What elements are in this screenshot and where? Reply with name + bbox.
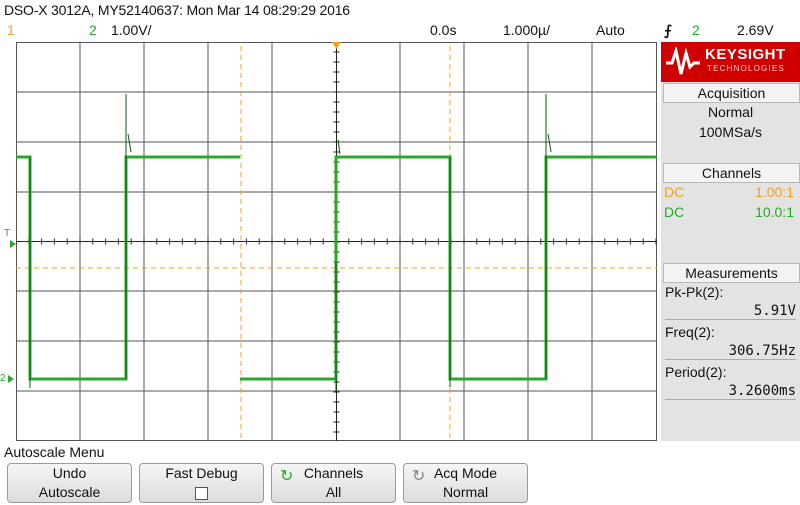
acquisition-mode: Normal — [707, 104, 754, 120]
channels-button[interactable]: ↻ Channels All — [271, 463, 396, 503]
fast-debug-checkbox[interactable] — [195, 487, 208, 500]
rotate-knob-icon: ↻ — [280, 468, 294, 485]
trigger-level-marker[interactable]: T — [4, 228, 10, 239]
measurement-label-period: Period(2): — [665, 364, 727, 380]
info-panel: KEYSIGHT TECHNOLOGIES Acquisition Normal… — [661, 42, 800, 441]
ch2-ground-marker[interactable]: 2 — [0, 373, 6, 384]
ch2-ground-arrow-icon[interactable] — [8, 375, 14, 383]
measurement-value-freq: 306.75Hz — [665, 343, 796, 360]
brand-sub: TECHNOLOGIES — [707, 64, 785, 73]
ch2-scale[interactable]: 1.00V/ — [111, 22, 151, 38]
acquisition-rate: 100MSa/s — [698, 124, 763, 140]
trigger-level[interactable]: 2.69V — [737, 22, 774, 38]
time-scale[interactable]: 1.000µ/ — [503, 22, 550, 38]
ch1-coupling: DC — [664, 184, 685, 200]
softkey-sublabel: Autoscale — [38, 484, 101, 500]
ch2-coupling: DC — [664, 204, 685, 220]
trigger-mode[interactable]: Auto — [596, 22, 625, 38]
measurements-header[interactable]: Measurements — [663, 263, 800, 283]
softkey-label: Undo — [52, 465, 87, 481]
measurement-value-period: 3.2600ms — [665, 383, 796, 400]
brand-name: KEYSIGHT — [705, 46, 786, 63]
rotate-knob-icon: ↻ — [412, 468, 426, 485]
time-offset[interactable]: 0.0s — [430, 22, 456, 38]
waveform-svg — [15, 41, 657, 441]
measurement-label-pkpk: Pk-Pk(2): — [665, 284, 724, 300]
keysight-wave-icon — [666, 47, 700, 75]
fast-debug-button[interactable]: Fast Debug — [139, 463, 264, 503]
undo-autoscale-button[interactable]: Undo Autoscale — [7, 463, 132, 503]
menu-title: Autoscale Menu — [4, 444, 105, 460]
ch2-waveform-edges — [29, 94, 552, 392]
trigger-slope-icon: ⨍ — [664, 22, 672, 38]
channels-header[interactable]: Channels — [663, 163, 800, 183]
window-title: DSO-X 3012A, MY52140637: Mon Mar 14 08:2… — [4, 2, 350, 18]
softkey-label: Fast Debug — [165, 465, 238, 481]
measurement-label-freq: Freq(2): — [665, 324, 715, 340]
waveform-display[interactable] — [15, 41, 657, 441]
ch1-label[interactable]: 1 — [7, 22, 15, 38]
ch2-probe-ratio: 10.0:1 — [755, 204, 794, 220]
brand-logo: KEYSIGHT TECHNOLOGIES — [661, 42, 800, 82]
ch1-probe-ratio: 1.00:1 — [755, 184, 794, 200]
status-bar: 1 2 1.00V/ 0.0s 1.000µ/ Auto ⨍ 2 2.69V — [0, 22, 800, 41]
ch2-label[interactable]: 2 — [89, 22, 97, 38]
acq-mode-button[interactable]: ↻ Acq Mode Normal — [403, 463, 528, 503]
trigger-level-arrow-icon[interactable] — [10, 240, 16, 248]
acquisition-header[interactable]: Acquisition — [663, 83, 800, 103]
measurement-value-pkpk: 5.91V — [665, 303, 796, 320]
trigger-position-marker — [332, 42, 341, 49]
trigger-source[interactable]: 2 — [692, 22, 700, 38]
